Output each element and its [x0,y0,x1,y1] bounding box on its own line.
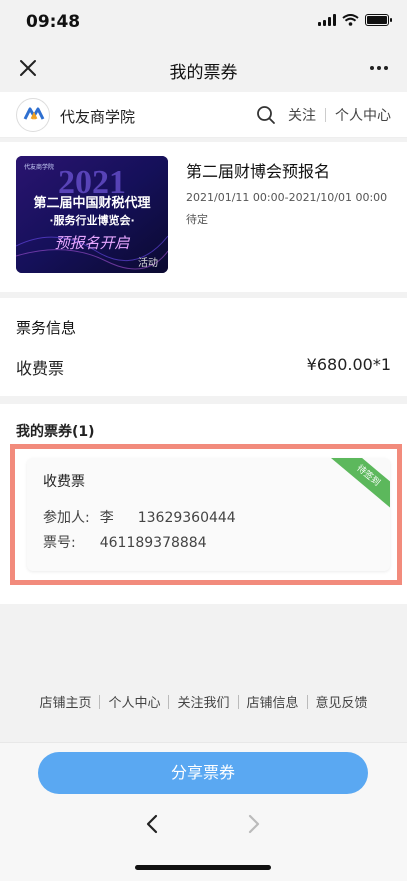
battery-icon [365,14,392,26]
shop-logo[interactable] [16,98,50,132]
ticket-card[interactable]: 待签到 收费票 参加人: 李 13629360444 票号: 461189378884 [27,458,390,571]
event-title: 第二届财博会预报名 [186,162,331,181]
home-indicator [135,865,271,870]
chevron-right-icon[interactable] [242,813,264,835]
status-icons [318,14,392,26]
divider [99,694,101,709]
footer-link-shop-info[interactable]: 店铺信息 [247,692,299,711]
divider [237,694,239,709]
ticket-info-section: 票务信息 收费票 ¥680.00*1 [0,298,407,396]
event-poster: 代友商学院 2021 第二届中国财税代理 ·服务行业博览会· 预报名开启 活动 [16,156,168,273]
bottom-bar: 分享票券 [0,742,407,881]
section-title: 我的票券(1) [16,424,95,440]
footer-link-follow-us[interactable]: 关注我们 [177,692,229,711]
shop-name[interactable]: 代友商学院 [60,106,135,127]
event-status: 待定 [186,213,208,226]
attendee-label: 参加人: [43,510,90,526]
share-ticket-button[interactable]: 分享票券 [38,752,368,794]
attendee-phone: 13629360444 [137,510,236,526]
page-title: 我的票券 [169,63,238,83]
divider [168,694,170,709]
shop-bar: 代友商学院 关注 个人中心 [0,92,407,138]
event-card[interactable]: 代友商学院 2021 第二届中国财税代理 ·服务行业博览会· 预报名开启 活动 … [0,142,407,292]
footer-link-feedback[interactable]: 意见反馈 [316,692,368,711]
ticket-number-row: 票号: 461189378884 [43,532,207,552]
highlight-box: 待签到 收费票 参加人: 李 13629360444 票号: 461189378884 [10,444,402,585]
shop-actions: 关注 个人中心 [256,105,391,125]
poster-tag: 活动 [138,258,158,269]
status-time: 09:48 [26,12,81,32]
signal-icon [318,14,336,26]
my-tickets-section: 我的票券(1) 待签到 收费票 参加人: 李 13629360444 票号: 4611… [0,404,407,604]
follow-link[interactable]: 关注 [288,105,316,125]
footer-link-personal-center[interactable]: 个人中心 [108,692,160,711]
attendee-row: 参加人: 李 13629360444 [43,507,236,527]
footer-links: 店铺主页 个人中心 关注我们 店铺信息 意见反馈 [0,692,407,711]
status-badge: 待签到 [330,458,390,510]
more-icon[interactable] [367,56,391,80]
event-date: 2021/01/11 00:00-2021/10/01 00:00 [186,191,388,204]
poster-line1: 第二届中国财税代理 [33,196,151,211]
poster-line3: 预报名开启 [54,234,130,252]
search-icon[interactable] [256,105,276,125]
poster-line2: ·服务行业博览会· [49,214,135,227]
status-bar: 09:48 [0,0,407,44]
chevron-left-icon[interactable] [142,813,164,835]
section-title: 票务信息 [16,319,77,337]
ticket-price: ¥680.00*1 [306,355,391,374]
footer-link-shop-home[interactable]: 店铺主页 [39,692,91,711]
ticket-type: 收费票 [16,359,65,378]
navigation-bar: 我的票券 [0,44,407,92]
ticket-number-label: 票号: [43,535,76,551]
personal-center-link[interactable]: 个人中心 [335,105,391,125]
divider [306,694,308,709]
divider [325,108,326,122]
wifi-icon [342,14,359,26]
attendee-name: 李 [99,510,114,526]
ticket-name: 收费票 [43,474,85,490]
ticket-number: 461189378884 [99,535,207,551]
